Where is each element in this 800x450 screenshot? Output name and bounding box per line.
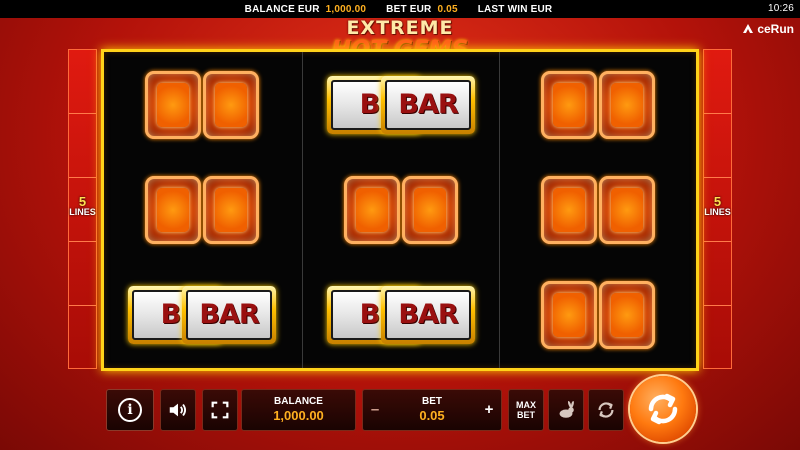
status-bar: BALANCE EUR 1,000.00 BET EUR 0.05 LAST W…	[0, 0, 800, 18]
lines-indicator-left: 5 LINES	[68, 49, 97, 369]
reel-2: BI BAR BI BAR	[302, 52, 498, 368]
gem-icon	[599, 280, 655, 349]
bar-symbol: BAR	[182, 285, 276, 344]
lines-count-left: 5	[78, 194, 87, 209]
bet-increase-button[interactable]: +	[481, 401, 497, 419]
topbar-bet: BET EUR 0.05	[386, 4, 458, 15]
spin-button[interactable]	[630, 376, 696, 442]
reel-3-symbol-gem	[500, 157, 696, 262]
reel-1-symbol-gem	[104, 157, 300, 262]
autoplay-icon	[598, 402, 614, 418]
lines-tag-right: 5 LINES	[704, 194, 731, 218]
bet-label: BET	[422, 396, 442, 407]
reel-1-symbol-bar: BI BAR	[104, 262, 300, 367]
bar-text: BAR	[385, 79, 471, 130]
topbar-bet-label: BET EUR	[386, 3, 432, 15]
reel-1: BI BAR	[104, 52, 300, 368]
gem-icon	[145, 70, 201, 139]
balance-display: BALANCE 1,000.00	[241, 389, 356, 431]
fullscreen-icon	[211, 401, 229, 419]
reel-3-symbol-gem	[500, 262, 696, 367]
gem-icon	[541, 280, 597, 349]
gem-icon	[145, 175, 201, 244]
bet-display: BET 0.05	[419, 396, 444, 424]
brand-name: ceRun	[757, 22, 794, 36]
lines-label-left: LINES	[69, 207, 96, 217]
gem-icon	[203, 70, 259, 139]
speaker-icon	[169, 403, 187, 417]
lines-label-right: LINES	[704, 207, 731, 217]
info-button[interactable]: i	[106, 389, 154, 431]
gem-icon	[344, 175, 400, 244]
lines-tag-left: 5 LINES	[69, 194, 96, 218]
reel-2-symbol-bar: BI BAR	[303, 52, 499, 157]
sound-button[interactable]	[160, 389, 196, 431]
logo-line-1: EXTREME	[346, 17, 454, 39]
info-icon: i	[118, 398, 142, 422]
balance-value: 1,000.00	[273, 408, 324, 423]
bet-value: 0.05	[419, 408, 445, 423]
balance-label: BALANCE	[274, 396, 323, 407]
gem-icon	[599, 70, 655, 139]
spin-arrows-icon	[648, 393, 678, 425]
reel-2-symbol-gem	[303, 157, 499, 262]
reel-2-symbol-bar: BI BAR	[303, 262, 499, 367]
provider-brand: ceRun	[742, 22, 794, 36]
max-bet-button[interactable]: MAX BET	[508, 389, 544, 431]
bar-symbol: BAR	[381, 75, 475, 134]
reel-1-symbol-gem	[104, 52, 300, 157]
topbar-balance-value: 1,000.00	[325, 3, 367, 15]
reel-3	[499, 52, 695, 368]
brand-logo-icon	[743, 24, 754, 33]
rabbit-icon	[559, 400, 574, 418]
topbar-balance: BALANCE EUR 1,000.00	[245, 4, 367, 15]
topbar-bet-value: 0.05	[437, 3, 458, 15]
gem-icon	[402, 175, 458, 244]
topbar-lastwin: LAST WIN EUR	[478, 4, 556, 15]
lines-count-right: 5	[713, 194, 722, 209]
fullscreen-button[interactable]	[202, 389, 238, 431]
gem-icon	[203, 175, 259, 244]
bar-text: BAR	[385, 289, 471, 340]
gem-icon	[599, 175, 655, 244]
gem-icon	[541, 175, 597, 244]
topbar-balance-label: BALANCE EUR	[244, 3, 320, 15]
max-bet-label-line-1: MAX	[516, 400, 536, 410]
lines-indicator-right: 5 LINES	[703, 49, 732, 369]
reel-area: BI BAR BI BAR BI BAR	[101, 49, 699, 371]
bar-symbol: BAR	[381, 285, 475, 344]
max-bet-label-line-2: BET	[517, 410, 535, 420]
turbo-button[interactable]	[548, 389, 584, 431]
clock: 10:26	[767, 3, 794, 14]
bar-text: BAR	[186, 289, 272, 340]
autoplay-button[interactable]	[588, 389, 624, 431]
bet-control: – BET 0.05 +	[362, 389, 502, 431]
gem-icon	[541, 70, 597, 139]
reel-3-symbol-gem	[500, 52, 696, 157]
bet-decrease-button[interactable]: –	[367, 401, 383, 419]
topbar-lastwin-label: LAST WIN EUR	[477, 3, 553, 15]
